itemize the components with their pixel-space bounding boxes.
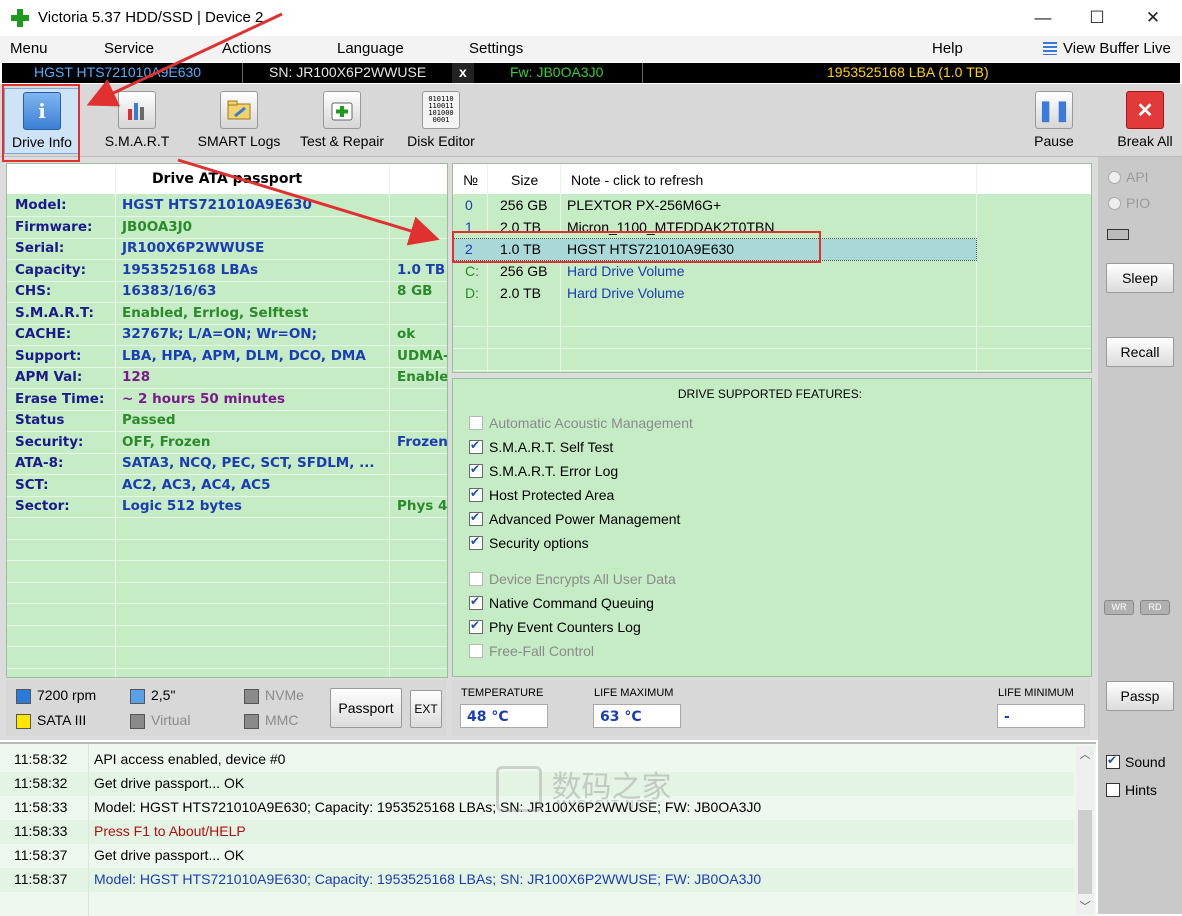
arrow-to-drive-2 [177, 158, 440, 246]
arrow-to-drive-info [86, 12, 283, 107]
annotation-arrows [86, 12, 440, 246]
